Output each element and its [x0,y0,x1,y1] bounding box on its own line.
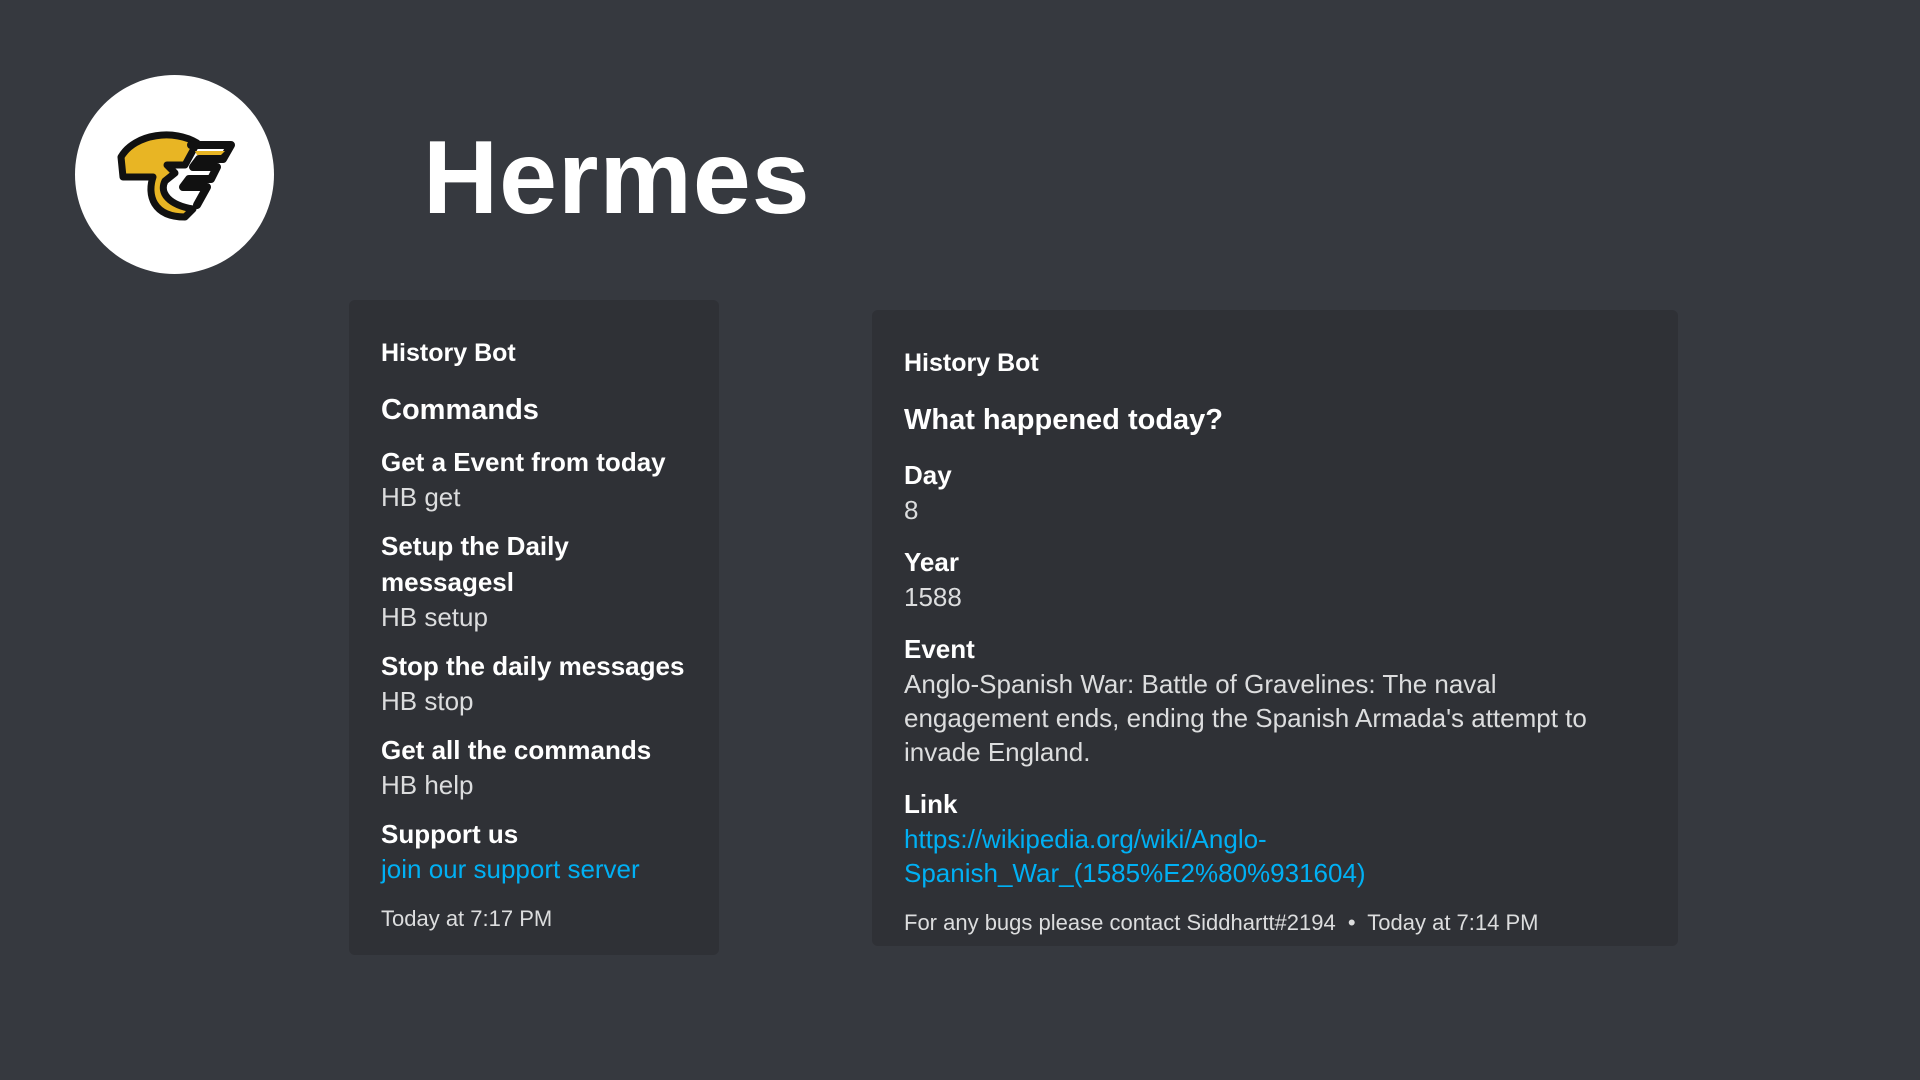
field-setup: Setup the Daily messagesl HB setup [381,528,687,634]
event-embed: History Bot What happened today? Day 8 Y… [872,310,1678,946]
field-value: 1588 [904,582,962,612]
footer-text: For any bugs please contact Siddhartt#21… [904,910,1336,935]
field-help: Get all the commands HB help [381,732,687,802]
field-name: Get a Event from today [381,447,666,477]
field-value: Anglo-Spanish War: Battle of Gravelines:… [904,669,1587,767]
hermes-logo [75,75,274,274]
embed-footer: For any bugs please contact Siddhartt#21… [904,908,1635,938]
link-text-line1[interactable]: https://wikipedia.org/wiki/Anglo- [904,824,1267,854]
field-get-event: Get a Event from today HB get [381,444,687,514]
field-name: Year [904,547,959,577]
embed-timestamp: Today at 7:17 PM [381,906,553,931]
field-name: Day [904,460,952,490]
app-title: Hermes [423,120,811,236]
embed-title: What happened today? [904,404,1223,436]
embed-author: History Bot [381,339,516,367]
embed-author: History Bot [904,349,1039,377]
field-name: Setup the Daily messagesl [381,531,569,597]
field-value: HB get [381,482,461,512]
embed-title: Commands [381,394,539,426]
field-name: Event [904,634,975,664]
wikipedia-link[interactable]: https://wikipedia.org/wiki/Anglo- Spanis… [904,822,1635,890]
field-name: Stop the daily messages [381,651,685,681]
embed-timestamp: Today at 7:14 PM [1367,910,1539,935]
field-value: HB help [381,770,474,800]
field-event: Event Anglo-Spanish War: Battle of Grave… [904,631,1635,769]
field-day: Day 8 [904,457,1635,527]
field-name: Support us [381,819,519,849]
field-value: HB stop [381,686,474,716]
field-link: Link https://wikipedia.org/wiki/Anglo- S… [904,786,1635,890]
link-text-line2[interactable]: Spanish_War_(1585%E2%80%931604) [904,858,1366,888]
footer-separator: • [1347,910,1356,935]
field-value: 8 [904,495,919,525]
field-year: Year 1588 [904,544,1635,614]
support-server-link[interactable]: join our support server [381,852,687,886]
winged-hermes-logo-icon [117,131,235,221]
field-name: Get all the commands [381,735,652,765]
field-name: Link [904,789,958,819]
commands-embed: History Bot Commands Get a Event from to… [349,300,719,955]
field-value: HB setup [381,602,488,632]
field-support: Support us join our support server [381,816,687,886]
field-stop: Stop the daily messages HB stop [381,648,687,718]
